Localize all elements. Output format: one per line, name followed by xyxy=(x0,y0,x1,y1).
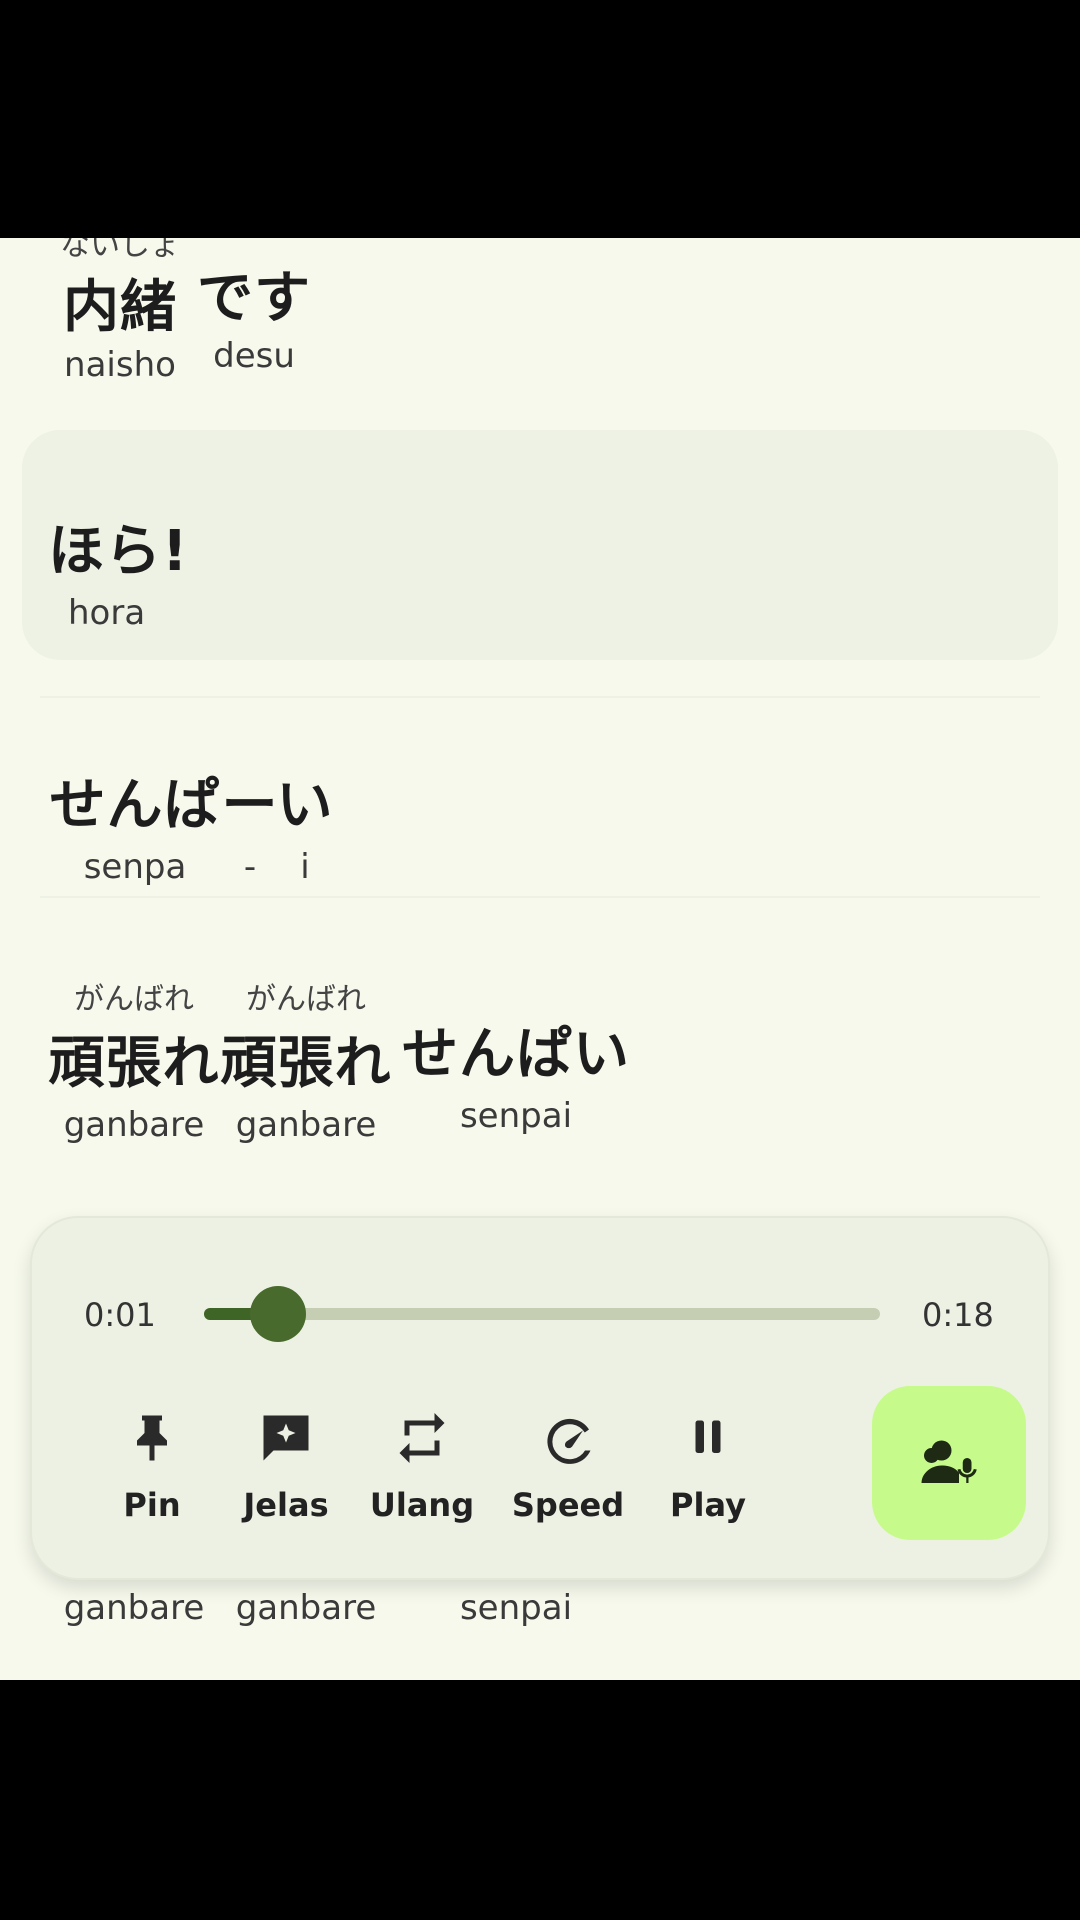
romaji-text: ganbare xyxy=(235,1588,377,1628)
romaji-text: desu xyxy=(213,336,295,376)
romaji-text: senpa xyxy=(83,847,187,887)
repeat-icon xyxy=(399,1413,445,1463)
romaji-text: - xyxy=(243,847,257,887)
current-time: 0:01 xyxy=(84,1296,156,1334)
lyric-word: です desu xyxy=(196,238,312,376)
divider xyxy=(40,896,1040,898)
lyric-text: せんぱ xyxy=(49,773,221,838)
explain-icon xyxy=(263,1415,309,1461)
lyric-text: 内緒 xyxy=(63,275,177,340)
lyric-word: senpai xyxy=(398,1588,634,1628)
play-label: Play xyxy=(670,1486,746,1524)
lyric-word: がんばれ 頑張れ ganbare xyxy=(218,974,394,1145)
pin-button[interactable]: Pin xyxy=(92,1408,212,1524)
lyric-word: せんぱ senpa xyxy=(46,760,224,887)
lyric-text: せんぱい xyxy=(402,1022,630,1087)
lyric-text: 頑張れ xyxy=(220,1031,392,1096)
speed-button[interactable]: Speed xyxy=(508,1408,628,1524)
lyric-word: ほら! hora xyxy=(48,506,188,633)
audio-player-panel: 0:01 0:18 Pin Jelas Ulang Speed Play xyxy=(30,1216,1050,1580)
voice-practice-icon xyxy=(921,1440,977,1483)
pause-icon xyxy=(695,1420,721,1453)
lyric-word: ganbare xyxy=(218,1588,394,1628)
lyric-word: ないしょ 内緒 naisho xyxy=(50,238,190,385)
lyric-text: い xyxy=(276,773,334,838)
lyric-text: 頑張れ xyxy=(48,1031,220,1096)
romaji-text: i xyxy=(300,847,310,887)
romaji-text: senpai xyxy=(459,1096,573,1136)
furigana xyxy=(398,974,634,1009)
furigana: がんばれ xyxy=(74,982,194,1017)
status-bar-area xyxy=(0,0,1080,238)
explain-button[interactable]: Jelas xyxy=(226,1408,346,1524)
romaji-text: ganbare xyxy=(235,1105,377,1145)
romaji-text: naisho xyxy=(64,345,176,385)
lyric-word: い i xyxy=(276,760,334,887)
total-time: 0:18 xyxy=(922,1296,994,1334)
lyric-word: ー - xyxy=(220,760,280,887)
lyric-word: ganbare xyxy=(46,1588,222,1628)
romaji-text: ganbare xyxy=(63,1588,205,1628)
lyric-text: ー xyxy=(221,773,279,838)
lyric-word: がんばれ 頑張れ ganbare xyxy=(46,974,222,1145)
lyric-text: です xyxy=(197,266,311,331)
furigana: ないしょ xyxy=(60,238,180,263)
lyric-text: ほら! xyxy=(48,519,189,584)
speed-label: Speed xyxy=(511,1486,625,1524)
lyrics-screen: ないしょ 内緒 naisho です desu ほら! hora せんぱ senp… xyxy=(0,238,1080,1680)
repeat-button[interactable]: Ulang xyxy=(362,1408,482,1524)
slider-thumb[interactable] xyxy=(250,1286,307,1342)
romaji-text: senpai xyxy=(459,1588,573,1628)
repeat-label: Ulang xyxy=(369,1486,475,1524)
divider xyxy=(40,696,1040,698)
pin-icon xyxy=(137,1415,167,1461)
romaji-text: hora xyxy=(68,593,146,633)
speed-icon xyxy=(547,1418,591,1464)
furigana: がんばれ xyxy=(246,982,366,1017)
pin-label: Pin xyxy=(123,1486,181,1524)
navigation-bar-area xyxy=(0,1680,1080,1920)
progress-slider[interactable] xyxy=(204,1286,880,1342)
explain-label: Jelas xyxy=(243,1486,329,1524)
romaji-text: ganbare xyxy=(63,1105,205,1145)
voice-practice-button[interactable] xyxy=(872,1386,1026,1540)
play-pause-button[interactable]: Play xyxy=(648,1408,768,1524)
lyric-word: せんぱい senpai xyxy=(398,974,634,1136)
